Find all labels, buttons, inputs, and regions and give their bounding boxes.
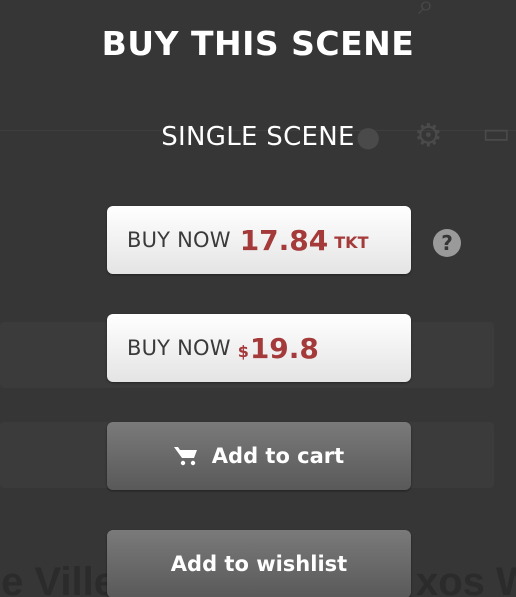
add-to-wishlist-button[interactable]: Add to wishlist (107, 530, 411, 597)
buy-scene-dialog: BUY THIS SCENE SINGLE SCENE BUY NOW 17.8… (0, 0, 516, 597)
currency-symbol: $ (237, 341, 249, 361)
dialog-title: BUY THIS SCENE (101, 24, 415, 63)
buy-now-tokens-button[interactable]: BUY NOW 17.84 TKT (107, 206, 411, 274)
add-to-cart-label: Add to cart (211, 444, 345, 468)
add-to-cart-button[interactable]: Add to cart (107, 422, 411, 490)
add-to-wishlist-label: Add to wishlist (170, 552, 348, 576)
buy-now-dollars-button[interactable]: BUY NOW $ 19.8 (107, 314, 411, 382)
shopping-cart-icon (173, 447, 197, 466)
dollar-price: 19.8 (249, 331, 319, 365)
dialog-subtitle: SINGLE SCENE (161, 122, 355, 152)
buy-now-label: BUY NOW (127, 336, 231, 360)
token-unit: TKT (334, 232, 369, 252)
token-price: 17.84 (239, 223, 329, 257)
question-circle-icon[interactable]: ? (433, 229, 461, 257)
buy-now-label: BUY NOW (127, 228, 231, 252)
purchase-modal-screen: ⌕ ● ⚙ ▭ le Ville xos W BUY THIS SCENE SI… (0, 0, 516, 597)
